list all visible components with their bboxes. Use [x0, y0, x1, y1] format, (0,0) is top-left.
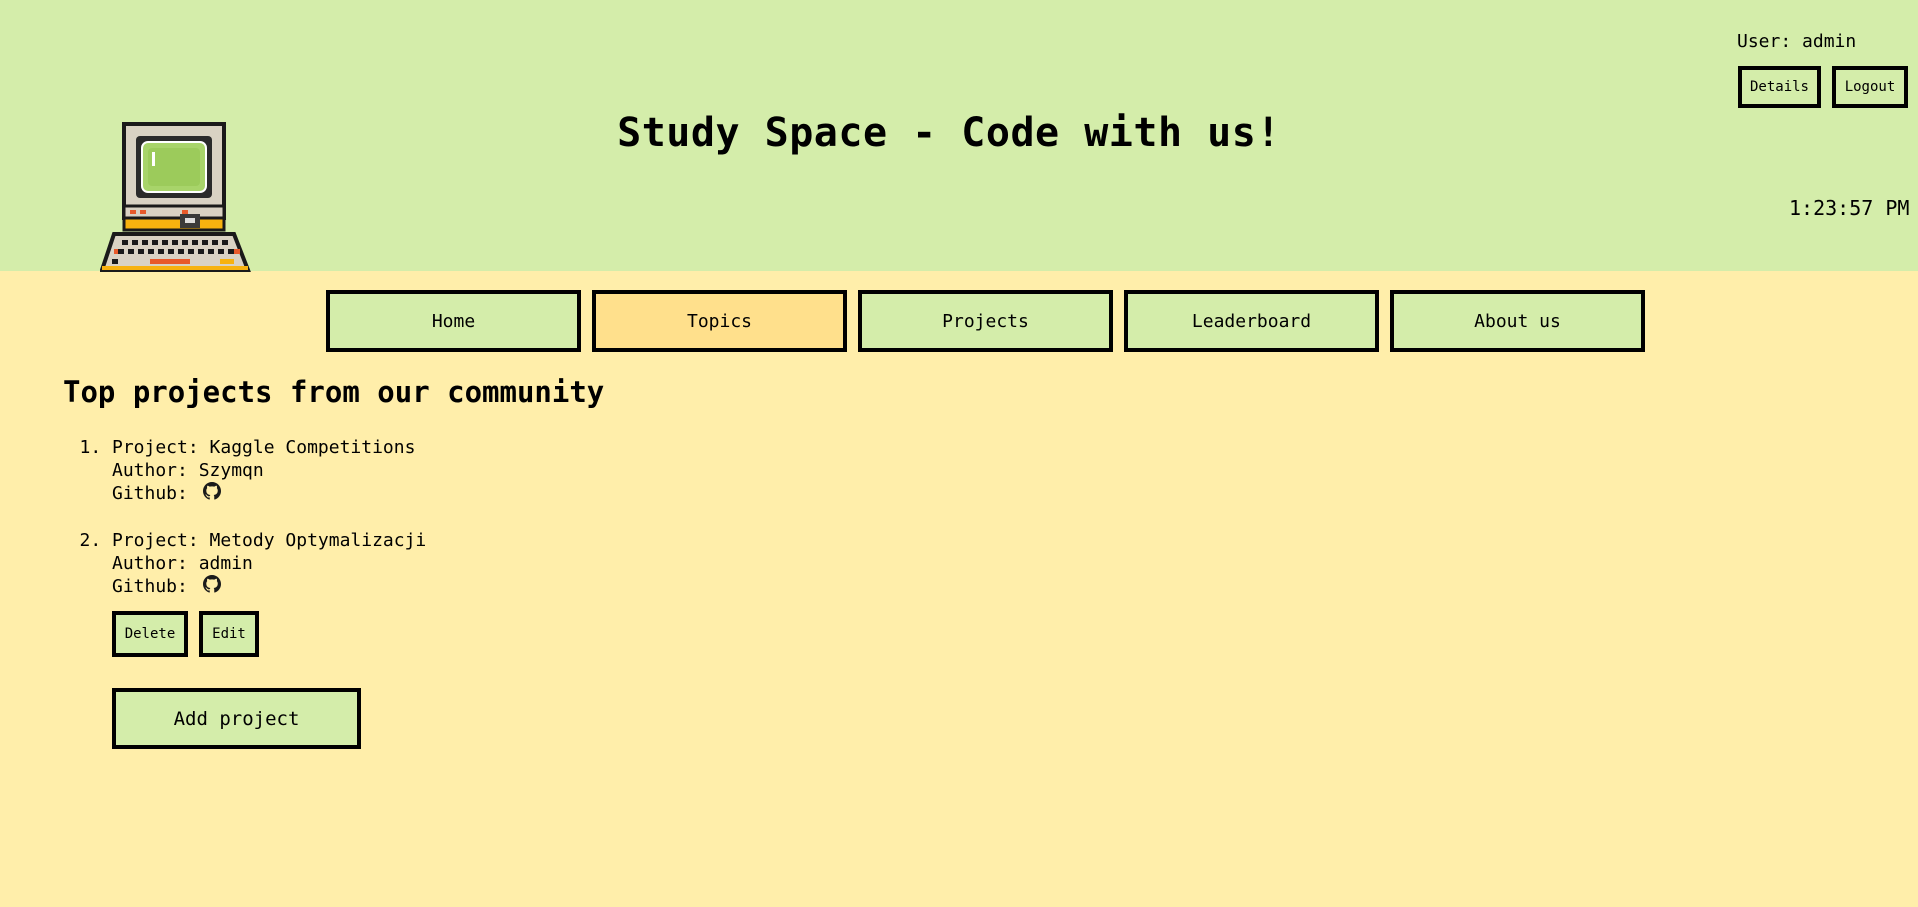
github-icon[interactable] — [202, 482, 221, 500]
github-icon[interactable] — [202, 575, 221, 593]
github-label: Github: — [112, 483, 188, 504]
main-nav: Home Topics Projects Leaderboard About u… — [326, 290, 1645, 352]
project-list: Project: Kaggle Competitions Author: Szy… — [63, 436, 426, 657]
project-item: Project: Metody Optymalizacji Author: ad… — [112, 529, 426, 657]
project-name: Project: Metody Optymalizacji — [112, 530, 427, 551]
project-github-row: Github: — [112, 482, 426, 505]
project-author: Author: Szymqn — [112, 460, 264, 481]
github-label: Github: — [112, 576, 188, 597]
nav-about-us[interactable]: About us — [1390, 290, 1645, 352]
delete-button[interactable]: Delete — [112, 611, 188, 657]
user-label: User: admin — [1737, 31, 1857, 52]
nav-projects[interactable]: Projects — [858, 290, 1113, 352]
page-heading: Top projects from our community — [63, 375, 605, 409]
project-item: Project: Kaggle Competitions Author: Szy… — [112, 436, 426, 505]
project-name: Project: Kaggle Competitions — [112, 437, 416, 458]
site-title: Study Space - Code with us! — [617, 110, 1281, 156]
nav-topics[interactable]: Topics — [592, 290, 847, 352]
project-github-row: Github: — [112, 575, 426, 598]
nav-leaderboard[interactable]: Leaderboard — [1124, 290, 1379, 352]
project-actions: Delete Edit — [112, 611, 426, 657]
clock: 1:23:57 PM — [1789, 196, 1910, 220]
logout-button[interactable]: Logout — [1832, 66, 1908, 108]
project-author: Author: admin — [112, 553, 253, 574]
edit-button[interactable]: Edit — [199, 611, 259, 657]
add-project-button[interactable]: Add project — [112, 688, 361, 749]
details-button[interactable]: Details — [1738, 66, 1821, 108]
header: Study Space - Code with us! User: admin … — [0, 0, 1918, 272]
nav-home[interactable]: Home — [326, 290, 581, 352]
